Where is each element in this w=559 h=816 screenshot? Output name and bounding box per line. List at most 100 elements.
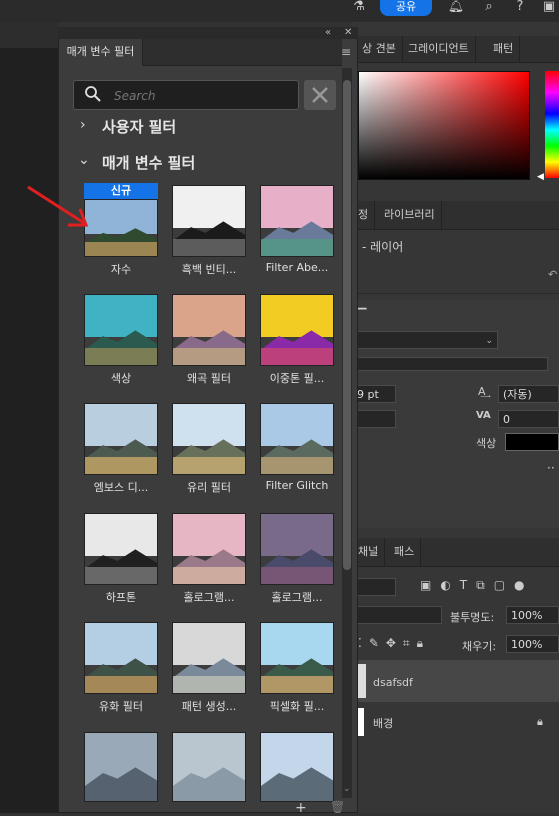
annotation-arrow-icon: [27, 185, 89, 227]
filter-tile[interactable]: [172, 185, 246, 257]
filter-tile-partial[interactable]: [84, 732, 158, 802]
filter-tile[interactable]: [84, 622, 158, 694]
filter-tile-partial[interactable]: [260, 732, 334, 802]
add-icon[interactable]: +: [295, 800, 307, 816]
chevron-down-icon: ⌄: [485, 336, 493, 346]
filter-tile[interactable]: [84, 294, 158, 366]
bell-icon[interactable]: 🔔︎: [447, 0, 465, 16]
layer-name: 배경: [373, 717, 394, 730]
char-label-icon: ▔: [358, 308, 367, 321]
scrollbar-thumb[interactable]: [343, 80, 351, 570]
canvas-tab-strip: [0, 22, 58, 48]
filter-tile-label: 유리 필터: [187, 481, 231, 494]
font-family-select[interactable]: ⌄: [352, 331, 498, 349]
layer-filter-select[interactable]: [352, 578, 396, 596]
leading-select[interactable]: (자동): [498, 385, 559, 403]
trash-icon[interactable]: 🗑︎: [330, 800, 345, 814]
collapse-icon[interactable]: «: [325, 27, 331, 38]
layer-filter-icons[interactable]: ▣◐T⧉▢●: [420, 578, 534, 593]
filter-tile-label: Filter Abe...: [265, 261, 329, 274]
tab-parametric-filters[interactable]: 매개 변수 필터: [59, 39, 143, 65]
filter-tile[interactable]: [260, 185, 334, 257]
filter-tile-label: 유화 필터: [99, 700, 143, 713]
search-icon: [85, 86, 101, 102]
tracking-icon: VA: [476, 410, 491, 421]
font-size-value: 9 pt: [357, 388, 379, 401]
divider: [352, 293, 559, 294]
section-parametric-filters[interactable]: 매개 변수 필터: [102, 152, 195, 173]
chevron-right-icon[interactable]: ›: [80, 117, 86, 133]
tracking-select[interactable]: 0: [498, 410, 559, 428]
tab-paths[interactable]: 패스: [388, 538, 422, 566]
filter-tile-label: 이중톤 필...: [269, 372, 325, 385]
tab-swatches[interactable]: 상 견본: [356, 36, 403, 62]
filter-tile[interactable]: [84, 403, 158, 475]
leading-value: (자동): [503, 388, 532, 401]
new-badge: 신규: [84, 183, 158, 199]
filter-tile-label: 패턴 생성...: [181, 700, 237, 713]
filter-tile[interactable]: [84, 199, 158, 257]
filter-tile[interactable]: [172, 513, 246, 585]
opacity-input[interactable]: 100%: [506, 606, 559, 624]
kerning-select[interactable]: [352, 410, 396, 428]
filter-tile[interactable]: [260, 294, 334, 366]
scroll-down-icon[interactable]: ⌄: [343, 784, 351, 794]
search-input[interactable]: [112, 86, 296, 106]
font-style-select[interactable]: [352, 357, 548, 371]
window-icon[interactable]: ▣: [540, 0, 558, 16]
clear-search-button[interactable]: [304, 80, 336, 110]
opacity-value: 100%: [511, 609, 543, 622]
canvas-area: [0, 22, 58, 813]
filter-tile[interactable]: [84, 513, 158, 585]
tab-libraries[interactable]: 라이브러리: [378, 201, 442, 229]
tracking-value: 0: [503, 413, 510, 426]
undo-icon[interactable]: ↶: [548, 268, 557, 281]
properties-title: - 레이어: [362, 240, 404, 254]
filter-tile[interactable]: [172, 622, 246, 694]
filter-tile[interactable]: [260, 513, 334, 585]
text-color-swatch[interactable]: [505, 433, 559, 451]
panel-menu-icon[interactable]: ≡: [341, 45, 351, 59]
section-user-filters[interactable]: 사용자 필터: [102, 116, 176, 137]
filter-tile-label: 홀로그램...: [271, 591, 323, 604]
color-picker-field[interactable]: [358, 71, 530, 180]
lock-icons[interactable]: ⁚✎✥⌗🔒︎: [358, 636, 430, 651]
hue-slider[interactable]: [545, 71, 559, 178]
help-icon[interactable]: ?: [511, 0, 529, 16]
filter-tile-label: Filter Glitch: [265, 479, 329, 492]
hue-indicator-icon: ◀: [537, 172, 544, 182]
lock-icon: 🔒︎: [537, 715, 543, 728]
close-icon[interactable]: ✕: [344, 27, 352, 38]
opacity-label: 불투명도:: [450, 611, 495, 624]
filter-tile[interactable]: [172, 403, 246, 475]
color-label: 색상: [476, 437, 497, 450]
filter-tile-label: 픽셀화 필...: [269, 700, 325, 713]
fill-value: 100%: [511, 638, 543, 651]
filter-tile-partial[interactable]: [172, 732, 246, 802]
flask-icon[interactable]: ⚗: [350, 0, 368, 16]
panel-tab-strip: [142, 39, 342, 66]
panel-header-bar: [58, 27, 358, 39]
layer-name: dsafsdf: [373, 676, 413, 689]
fill-input[interactable]: 100%: [506, 635, 559, 653]
close-icon: [312, 87, 328, 103]
filter-tile[interactable]: [260, 403, 334, 475]
search-icon-top[interactable]: ⌕: [480, 0, 498, 16]
filter-tile[interactable]: [172, 294, 246, 366]
more-icon[interactable]: ··: [547, 461, 555, 475]
filter-tile-label: 하프톤: [105, 591, 137, 604]
filter-tile-label: 엠보스 디...: [93, 481, 149, 494]
leading-icon: A͢: [478, 385, 486, 398]
share-button[interactable]: 공유: [380, 0, 432, 16]
filter-tile[interactable]: [260, 622, 334, 694]
font-size-select[interactable]: 9 pt: [352, 385, 396, 403]
layer-thumbnail: [358, 708, 364, 736]
blend-mode-select[interactable]: [352, 606, 442, 624]
tab-gradient[interactable]: 그레이디언트: [402, 36, 476, 62]
filter-tile-label: 왜곡 필터: [187, 372, 231, 385]
tab-pattern[interactable]: 패턴: [487, 36, 521, 62]
chevron-down-icon[interactable]: ⌄: [78, 152, 90, 168]
layer-thumbnail: [358, 664, 366, 698]
filter-tile-label: 흑백 빈티...: [181, 263, 237, 276]
filter-tile-label: 자수: [110, 263, 132, 276]
